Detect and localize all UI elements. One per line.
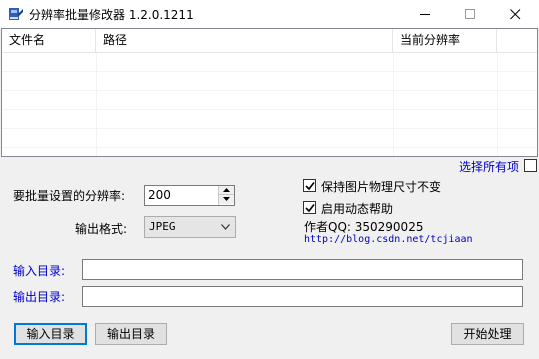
maximize-button[interactable] [448,0,494,28]
window-title: 分辨率批量修改器 1.2.0.1211 [29,8,194,22]
resolution-value[interactable]: 200 [148,188,171,202]
dynamic-help-checkbox[interactable] [303,201,316,214]
resolution-spinbox[interactable]: 200 [144,185,235,206]
spin-down-button[interactable] [219,195,234,204]
dynamic-help-label[interactable]: 启用动态帮助 [321,200,393,217]
checkmark-icon [305,204,315,213]
grid-line [393,53,394,156]
maximize-icon [465,9,475,19]
author-blog-link[interactable]: http://blog.csdn.net/tcjiaan [304,234,473,245]
title-bar[interactable]: 分辨率批量修改器 1.2.0.1211 [0,0,539,28]
close-icon [510,9,521,20]
app-icon[interactable] [8,6,24,22]
chevron-down-icon [221,224,230,230]
resolution-label: 要批量设置的分辨率: [13,189,126,203]
start-button[interactable]: 开始处理 [451,323,524,345]
column-header-resolution[interactable]: 当前分辨率 [393,29,497,52]
grid-line [2,147,537,148]
output-dir-label: 输出目录: [13,290,66,304]
arrow-up-icon [223,188,230,192]
list-header: 文件名 路径 当前分辨率 [2,29,537,53]
author-info: 作者QQ: 350290025 [304,220,424,234]
column-header-filename[interactable]: 文件名 [2,29,96,52]
format-label: 输出格式: [75,222,128,236]
input-dir-field[interactable] [82,259,523,280]
grid-line [2,71,537,72]
spin-up-button[interactable] [219,186,234,195]
select-all-checkbox[interactable] [524,159,537,172]
minimize-button[interactable] [403,0,449,28]
select-all-label[interactable]: 选择所有项 [459,158,519,175]
grid-line [96,53,97,156]
arrow-down-icon [223,197,230,201]
minimize-icon [420,14,430,15]
grid-line [2,90,537,91]
format-select[interactable]: JPEG [144,216,236,238]
grid-line [2,109,537,110]
spin-buttons [218,186,234,205]
checkmark-icon [305,182,315,191]
grid-line [2,128,537,129]
file-list[interactable]: 文件名 路径 当前分辨率 [1,28,538,157]
input-dir-label: 输入目录: [13,264,66,278]
close-button[interactable] [493,0,539,28]
keep-physical-size-label[interactable]: 保持图片物理尺寸不变 [321,178,441,195]
output-dir-button[interactable]: 输出目录 [95,323,167,345]
list-body[interactable] [2,53,537,156]
grid-line [497,53,498,156]
output-dir-field[interactable] [82,286,523,307]
input-dir-button[interactable]: 输入目录 [14,323,87,345]
column-header-path[interactable]: 路径 [96,29,393,52]
format-value: JPEG [149,220,176,233]
keep-physical-size-checkbox[interactable] [303,179,316,192]
